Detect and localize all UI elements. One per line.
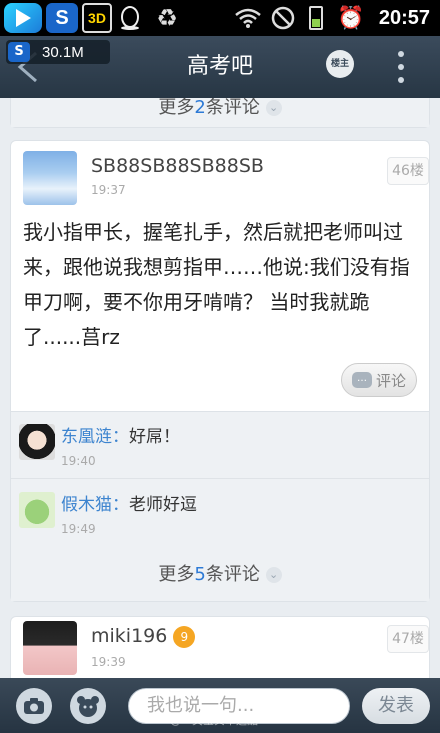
comment-text: 老师好逗 — [129, 495, 197, 515]
avatar[interactable] — [19, 492, 55, 528]
battery-icon — [306, 3, 326, 33]
avatar[interactable] — [23, 621, 77, 675]
watermark: @一笑宝贝幸运酷 — [170, 714, 258, 727]
comments-section: 东凰涟：好屌！ 19:40 假木猫：老师好逗 19:49 更多5条评论 ⌄ — [11, 411, 429, 601]
comment-item[interactable]: 东凰涟：好屌！ 19:40 — [11, 412, 431, 488]
emoji-icon[interactable] — [70, 688, 106, 724]
post-card: SB88SB88SB88SB 19:37 46楼 我小指甲长，握笔扎手，然后就把… — [10, 140, 430, 602]
post-card: miki196 9 19:39 47楼 — [10, 616, 430, 678]
3d-app-icon: 3D — [82, 3, 112, 33]
crown-icon: 楼主 — [326, 50, 354, 78]
wifi-icon — [234, 3, 262, 33]
chevron-down-icon: ⌄ — [265, 100, 282, 116]
comment-text: 好屌！ — [129, 427, 180, 447]
s-app-icon: S — [46, 3, 78, 33]
no-signal-icon — [268, 3, 298, 33]
alarm-icon: ⏰ — [337, 5, 365, 31]
page-title: 高考吧 — [186, 54, 253, 79]
camera-icon[interactable] — [16, 688, 52, 724]
title-bar: S 30.1M 高考吧 楼主 — [0, 36, 440, 98]
status-time: 20:57 — [378, 7, 430, 29]
post-author[interactable]: SB88SB88SB88SB — [91, 155, 264, 177]
divider — [11, 478, 429, 479]
recycle-icon: ♻ — [156, 4, 178, 32]
avatar[interactable] — [19, 424, 55, 460]
post-content: 我小指甲长，握笔扎手，然后就把老师叫过来，跟他说我想剪指甲……他说:我们没有指甲… — [23, 220, 410, 349]
commenter-name[interactable]: 假木猫 — [61, 495, 112, 515]
previous-post-card: 更多2条评论 ⌄ — [10, 98, 430, 128]
comment-bubble-icon: … — [351, 372, 372, 388]
floor-badge: 46楼 — [387, 157, 429, 185]
post-time: 19:37 — [91, 183, 126, 197]
send-button[interactable]: 发表 — [362, 688, 430, 724]
avatar[interactable] — [23, 151, 77, 205]
comment-button[interactable]: … 评论 — [341, 363, 417, 397]
comment-time: 19:40 — [61, 454, 96, 468]
qq-icon — [116, 3, 144, 33]
commenter-name[interactable]: 东凰涟 — [61, 427, 112, 447]
chevron-down-icon: ⌄ — [265, 567, 282, 583]
more-comments-link[interactable]: 更多2条评论 ⌄ — [11, 98, 429, 119]
level-badge: 9 — [173, 625, 196, 648]
floor-badge: 47楼 — [387, 625, 429, 653]
comment-item[interactable]: 假木猫：老师好逗 19:49 — [11, 480, 431, 556]
more-options-icon[interactable] — [392, 48, 410, 86]
post-feed[interactable]: 更多2条评论 ⌄ SB88SB88SB88SB 19:37 46楼 我小指甲长，… — [0, 98, 440, 678]
post-author[interactable]: miki196 — [91, 625, 167, 647]
more-comments-link[interactable]: 更多5条评论 ⌄ — [11, 560, 429, 586]
owner-only-button[interactable]: 楼主 — [326, 50, 356, 82]
status-bar: S 3D ♻ ⏰ 20:57 — [0, 0, 440, 36]
comment-time: 19:49 — [61, 522, 96, 536]
post-time: 19:39 — [91, 655, 126, 669]
play-store-icon — [4, 3, 42, 33]
